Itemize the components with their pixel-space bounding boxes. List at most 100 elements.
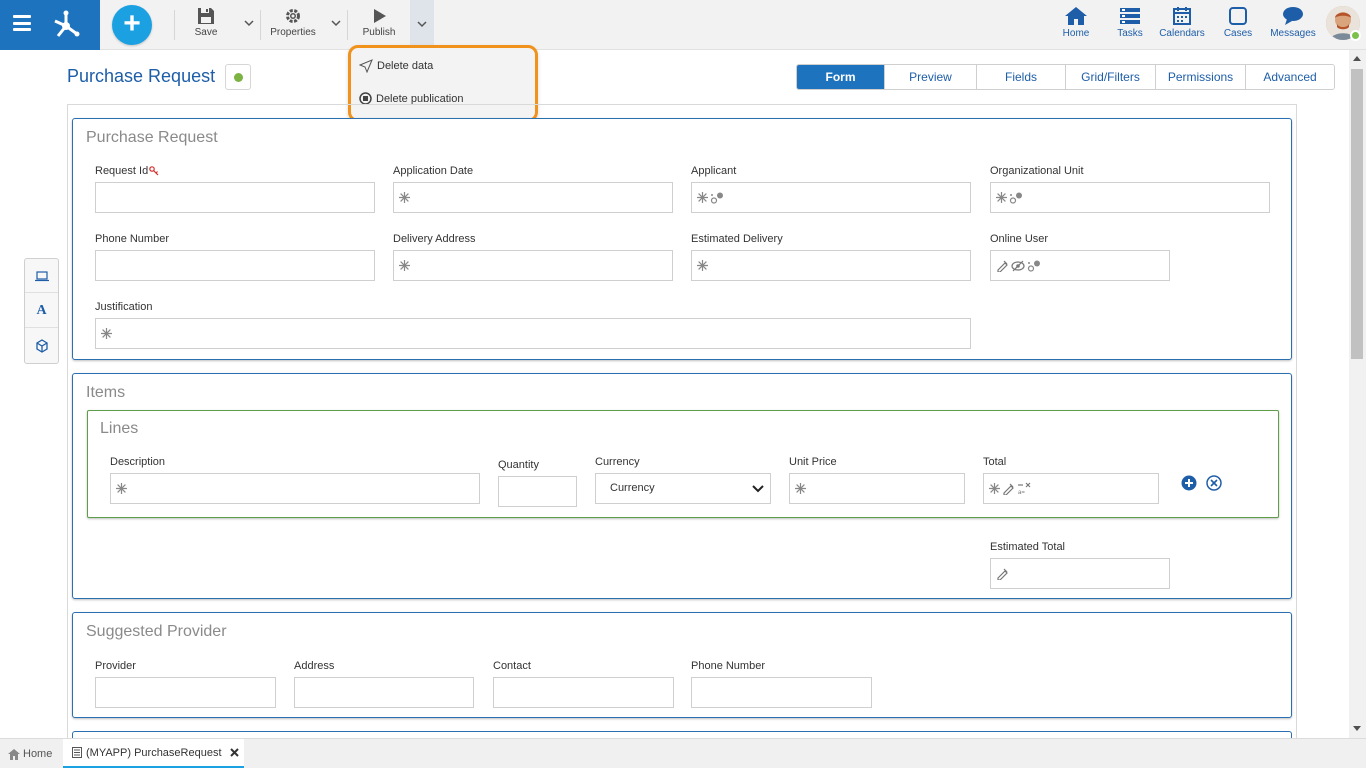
formula-icon — [1003, 483, 1014, 495]
asterisk-icon — [116, 483, 127, 494]
bottom-tab-bar: Home (MYAPP) PurchaseRequest — [0, 738, 1366, 768]
publish-dropdown-toggle[interactable] — [410, 0, 434, 49]
estimated-delivery-input[interactable] — [691, 250, 971, 281]
menu-icon[interactable] — [13, 15, 31, 31]
home-icon — [1065, 7, 1087, 25]
tab-preview[interactable]: Preview — [885, 65, 977, 89]
publish-button[interactable]: Publish — [362, 7, 396, 38]
tool-palette: A — [24, 258, 59, 364]
save-dropdown-caret-icon[interactable] — [242, 16, 256, 30]
field-label-estimated-total: Estimated Total — [990, 541, 1066, 553]
toolbar-separator — [174, 10, 175, 40]
remove-row-icon[interactable] — [1206, 475, 1222, 491]
nav-tasks-label: Tasks — [1117, 28, 1143, 39]
menu-item-delete-data[interactable]: Delete data — [359, 59, 433, 73]
currency-select-value: Currency — [610, 482, 655, 494]
justification-input[interactable] — [95, 318, 971, 349]
online-status-dot — [1350, 30, 1361, 41]
estimated-total-input[interactable] — [990, 558, 1170, 589]
bottom-tab-home-label: Home — [23, 748, 53, 760]
tab-fields[interactable]: Fields — [977, 65, 1066, 89]
palette-text[interactable]: A — [25, 294, 58, 328]
col-label-total: Total — [983, 456, 1007, 468]
group-title: Items — [86, 384, 126, 401]
palette-entities[interactable] — [25, 329, 58, 363]
relation-icon — [1009, 192, 1022, 204]
save-button[interactable]: Save — [190, 7, 222, 38]
online-user-input[interactable] — [990, 250, 1170, 281]
status-indicator[interactable] — [225, 64, 251, 90]
add-row-icon[interactable] — [1181, 475, 1197, 491]
gear-icon — [286, 9, 300, 23]
field-label-address: Address — [294, 660, 335, 672]
applicant-input[interactable] — [691, 182, 971, 213]
cube-icon — [35, 339, 48, 353]
bottom-tab-current-label: (MYAPP) PurchaseRequest — [86, 746, 222, 759]
phone-number-input[interactable] — [95, 250, 375, 281]
calendar-icon — [1173, 7, 1191, 25]
scrollbar-thumb[interactable] — [1351, 69, 1363, 359]
page-title: Purchase Request — [67, 66, 216, 86]
scroll-down-arrow-icon[interactable] — [1353, 726, 1361, 731]
home-icon — [8, 748, 20, 760]
contact-input[interactable] — [493, 677, 674, 708]
nav-home[interactable]: Home — [1060, 6, 1092, 39]
field-label-delivery-address: Delivery Address — [393, 233, 476, 245]
field-label-organizational-unit: Organizational Unit — [990, 165, 1084, 177]
tab-grid-filters[interactable]: Grid/Filters — [1066, 65, 1156, 89]
col-label-currency: Currency — [595, 456, 640, 468]
unit-price-input[interactable] — [789, 473, 965, 504]
palette-controls[interactable] — [25, 259, 58, 293]
nav-tasks[interactable]: Tasks — [1115, 6, 1145, 39]
tab-permissions[interactable]: Permissions — [1156, 65, 1246, 89]
asterisk-icon — [697, 260, 708, 271]
quantity-input[interactable] — [498, 476, 577, 507]
organizational-unit-input[interactable] — [990, 182, 1270, 213]
nav-calendars-label: Calendars — [1159, 28, 1205, 39]
bottom-tab-purchase-request[interactable]: (MYAPP) PurchaseRequest — [63, 739, 244, 768]
nav-messages[interactable]: Messages — [1270, 6, 1316, 39]
grid-lines[interactable]: Lines Description Quantity Currency Curr… — [87, 410, 1279, 518]
group-next — [72, 731, 1292, 738]
scroll-up-arrow-icon[interactable] — [1353, 56, 1361, 61]
tab-advanced[interactable]: Advanced — [1246, 65, 1334, 89]
delivery-address-input[interactable] — [393, 250, 673, 281]
description-input[interactable] — [110, 473, 480, 504]
vertical-scrollbar[interactable] — [1349, 50, 1366, 738]
provider-phone-input[interactable] — [691, 677, 872, 708]
nav-calendars[interactable]: Calendars — [1157, 6, 1207, 39]
designer-tabs: Form Preview Fields Grid/Filters Permiss… — [796, 64, 1335, 90]
currency-select[interactable]: Currency — [595, 473, 771, 504]
close-icon[interactable] — [229, 748, 239, 757]
properties-dropdown-caret-icon[interactable] — [329, 16, 343, 30]
application-date-input[interactable] — [393, 182, 673, 213]
group-items[interactable]: Items Lines Description Quantity Currenc… — [72, 373, 1292, 599]
provider-input[interactable] — [95, 677, 276, 708]
formula-icon — [997, 260, 1008, 272]
nav-messages-label: Messages — [1270, 28, 1316, 39]
nav-cases-label: Cases — [1223, 28, 1253, 39]
save-label: Save — [194, 27, 218, 38]
group-title: Purchase Request — [86, 129, 218, 146]
nav-cases[interactable]: Cases — [1223, 6, 1253, 39]
address-input[interactable] — [294, 677, 474, 708]
eye-slash-icon — [1011, 260, 1025, 271]
field-label-applicant: Applicant — [691, 165, 737, 177]
group-purchase-request[interactable]: Purchase Request Request Id Application … — [72, 118, 1292, 360]
field-label-online-user: Online User — [990, 233, 1049, 245]
publish-label: Publish — [362, 27, 396, 38]
asterisk-icon — [989, 483, 1000, 494]
add-button[interactable]: + — [112, 5, 152, 45]
request-id-input[interactable] — [95, 182, 375, 213]
field-label-provider-phone: Phone Number — [691, 660, 765, 672]
calculation-icon: a= — [1018, 482, 1031, 495]
asterisk-icon — [101, 328, 112, 339]
field-label-estimated-delivery: Estimated Delivery — [691, 233, 783, 245]
total-input[interactable]: a= — [983, 473, 1159, 504]
toolbar-separator — [347, 10, 348, 40]
tab-form[interactable]: Form — [797, 65, 885, 89]
bottom-tab-home[interactable]: Home — [8, 739, 62, 768]
properties-button[interactable]: Properties — [266, 7, 320, 38]
group-suggested-provider[interactable]: Suggested Provider Provider Address Cont… — [72, 612, 1292, 718]
grid-title: Lines — [100, 420, 139, 437]
